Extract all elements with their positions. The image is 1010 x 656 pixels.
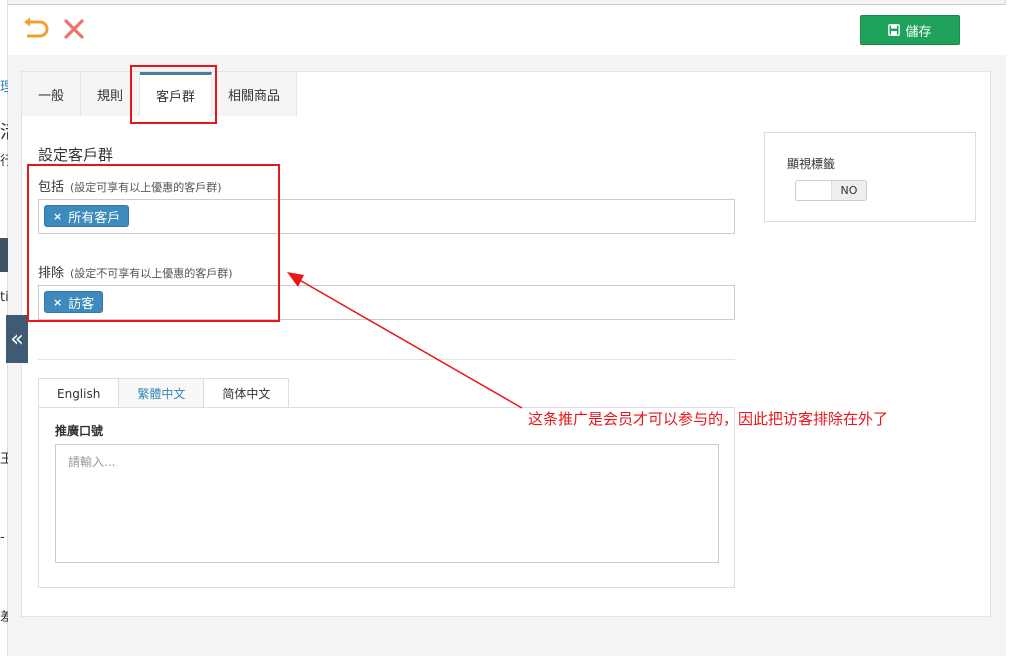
bg-fragment: ti <box>0 290 8 305</box>
slogan-textarea[interactable] <box>55 444 719 563</box>
exclude-label-text: 排除 <box>38 266 65 281</box>
main-panel: 一般 規則 客戶群 相關商品 設定客戶群 包括 (設定可享有以上優惠的客戶群) ×… <box>21 71 991 617</box>
bg-fragment: 差 <box>0 610 8 625</box>
bg-fragment: 王 <box>0 452 8 467</box>
modal-toolbar: 儲存 <box>8 5 1006 55</box>
lang-tab-traditional-chinese[interactable]: 繁體中文 <box>118 378 205 408</box>
tab-customer-groups[interactable]: 客戶群 <box>140 72 213 116</box>
exclude-label: 排除 (設定不可享有以上優惠的客戶群) <box>38 262 233 281</box>
lang-tab-english[interactable]: English <box>38 378 120 408</box>
tab-related-products[interactable]: 相關商品 <box>212 72 298 116</box>
bg-dark-bar <box>0 238 8 272</box>
tab-bar: 一般 規則 客戶群 相關商品 <box>22 72 298 116</box>
display-tag-card: 顯視標籤 NO <box>764 132 976 222</box>
language-tabs: English 繁體中文 简体中文 <box>38 378 735 408</box>
toggle-state-label: NO <box>832 181 866 200</box>
remove-tag-icon[interactable]: × <box>53 296 62 309</box>
save-label: 儲存 <box>905 24 932 40</box>
include-groups-input[interactable]: × 所有客戶 <box>38 199 735 234</box>
tab-rules[interactable]: 規則 <box>81 72 141 116</box>
toggle-knob <box>796 181 832 200</box>
bg-fragment: 活 <box>0 118 8 144</box>
double-chevron-left-icon[interactable]: « <box>6 315 28 363</box>
display-tag-toggle[interactable]: NO <box>795 180 867 201</box>
close-icon[interactable] <box>62 17 86 41</box>
include-hint: (設定可享有以上優惠的客戶群) <box>70 181 222 194</box>
include-tag: × 所有客戶 <box>44 205 130 227</box>
annotation-text: 这条推广是会员才可以参与的，因此把访客排除在外了 <box>528 410 889 428</box>
tab-general[interactable]: 一般 <box>22 72 82 116</box>
bg-fragment: - <box>0 530 5 545</box>
language-tab-body: 推廣口號 <box>38 407 735 588</box>
include-tag-label: 所有客戶 <box>68 210 121 226</box>
include-label: 包括 (設定可享有以上優惠的客戶群) <box>38 176 222 195</box>
bg-fragment: 理 <box>0 80 8 95</box>
slogan-label: 推廣口號 <box>55 424 104 438</box>
save-icon <box>888 24 901 36</box>
save-button[interactable]: 儲存 <box>860 15 960 45</box>
undo-icon[interactable] <box>22 17 50 41</box>
edit-modal: 儲存 一般 規則 客戶群 相關商品 設定客戶群 包括 (設定可享有以上優惠的客戶群… <box>8 4 1006 656</box>
exclude-tag: × 訪客 <box>44 291 104 313</box>
exclude-groups-input[interactable]: × 訪客 <box>38 285 735 320</box>
exclude-hint: (設定不可享有以上優惠的客戶群) <box>70 267 233 280</box>
exclude-tag-label: 訪客 <box>68 296 95 312</box>
include-label-text: 包括 <box>38 180 65 195</box>
lang-tab-simplified-chinese[interactable]: 简体中文 <box>203 378 290 408</box>
divider <box>38 359 735 360</box>
display-tag-label: 顯視標籤 <box>787 157 836 171</box>
bg-fragment: 行 <box>0 154 8 169</box>
section-title: 設定客戶群 <box>38 146 114 164</box>
remove-tag-icon[interactable]: × <box>53 210 62 223</box>
